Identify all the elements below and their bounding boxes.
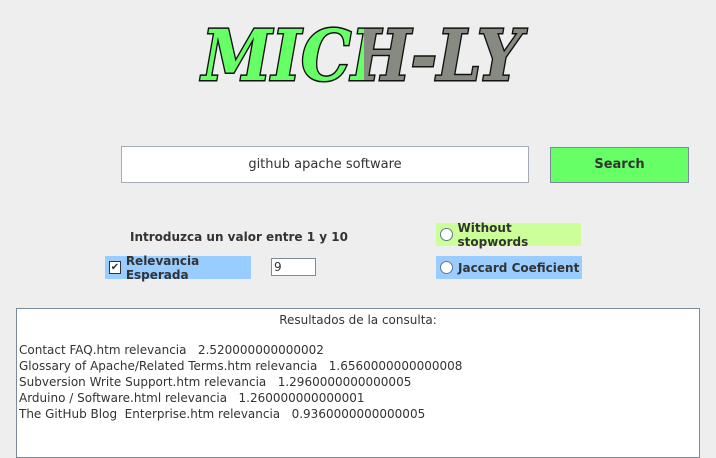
result-line: Glossary of Apache/Related Terms.htm rel… [19, 359, 463, 373]
app-logo: MICH-LY [192, 4, 532, 99]
search-button[interactable]: Search [550, 147, 689, 183]
relevance-value-input[interactable]: 9 [271, 258, 316, 276]
result-line: Contact FAQ.htm relevancia 2.52000000000… [19, 343, 324, 357]
checkbox-checked-icon[interactable]: ✔ [109, 261, 121, 274]
jaccard-coeficient-label: Jaccard Coeficient [458, 260, 580, 275]
radio-unchecked-icon[interactable] [440, 261, 453, 274]
results-text-area[interactable]: Resultados de la consulta: Contact FAQ.h… [16, 308, 700, 458]
relevancia-esperada-label: Relevancia Esperada [125, 253, 200, 282]
without-stopwords-label: Without stopwords [457, 220, 529, 249]
result-line: Arduino / Software.html relevancia 1.260… [19, 391, 365, 405]
value-prompt-label: Introduzca un valor entre 1 y 10 [130, 230, 348, 244]
search-input[interactable]: github apache software [121, 146, 529, 183]
result-line: The GitHub Blog Enterprise.htm relevanci… [19, 407, 426, 421]
jaccard-coeficient-radio[interactable]: Jaccard Coeficient [436, 256, 582, 279]
radio-unchecked-icon[interactable] [440, 228, 453, 241]
relevancia-esperada-checkbox[interactable]: ✔ Relevancia Esperada [105, 253, 251, 282]
result-line: Subversion Write Support.htm relevancia … [19, 375, 412, 389]
logo-text: MICH-LY [200, 14, 527, 94]
without-stopwords-radio[interactable]: Without stopwords [436, 220, 581, 249]
results-title: Resultados de la consulta: [279, 313, 437, 327]
